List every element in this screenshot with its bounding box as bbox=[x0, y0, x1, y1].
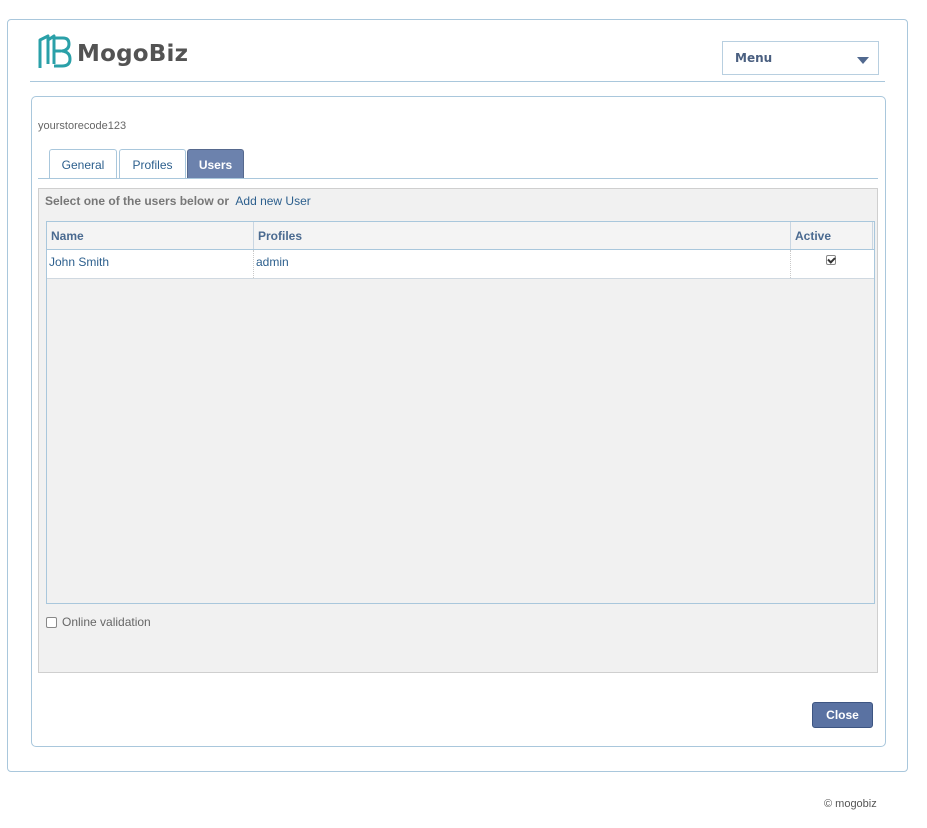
header-divider bbox=[30, 81, 885, 82]
online-validation-checkbox[interactable] bbox=[46, 616, 57, 628]
mogobiz-logo-icon bbox=[38, 34, 72, 74]
menu-dropdown[interactable]: Menu bbox=[722, 41, 879, 75]
cell-profiles[interactable]: admin bbox=[254, 250, 791, 278]
tab-profiles[interactable]: Profiles bbox=[119, 149, 186, 179]
close-button-label: Close bbox=[826, 708, 859, 722]
cell-active bbox=[791, 250, 874, 278]
cell-name[interactable]: John Smith bbox=[47, 250, 254, 278]
column-header-active[interactable]: Active bbox=[791, 222, 873, 249]
tab-general[interactable]: General bbox=[49, 149, 117, 179]
active-checkbox[interactable] bbox=[826, 255, 836, 265]
close-button[interactable]: Close bbox=[812, 702, 873, 728]
brand-logo: MogoBiz bbox=[38, 34, 188, 74]
chevron-down-icon bbox=[857, 57, 869, 64]
column-header-name[interactable]: Name bbox=[47, 222, 254, 249]
add-new-user-link[interactable]: Add new User bbox=[235, 194, 310, 208]
table-row[interactable]: John Smith admin bbox=[47, 250, 874, 279]
tab-general-label: General bbox=[61, 157, 105, 172]
users-intro: Select one of the users below or Add new… bbox=[45, 194, 311, 208]
tab-users-label: Users bbox=[198, 157, 233, 172]
store-code: yourstorecode123 bbox=[38, 120, 127, 132]
online-validation[interactable]: Online validation bbox=[46, 615, 151, 629]
column-header-profiles[interactable]: Profiles bbox=[254, 222, 791, 249]
tab-divider bbox=[38, 178, 878, 179]
online-validation-label: Online validation bbox=[62, 615, 151, 629]
tab-users[interactable]: Users bbox=[187, 149, 244, 179]
users-table: Name Profiles Active John Smith admin bbox=[46, 221, 875, 604]
menu-label: Menu bbox=[735, 51, 773, 65]
intro-text: Select one of the users below or bbox=[45, 194, 230, 208]
table-header: Name Profiles Active bbox=[47, 222, 874, 250]
logo-text: MogoBiz bbox=[77, 41, 189, 67]
tab-profiles-label: Profiles bbox=[132, 157, 173, 172]
footer-copyright: © mogobiz bbox=[824, 798, 877, 810]
